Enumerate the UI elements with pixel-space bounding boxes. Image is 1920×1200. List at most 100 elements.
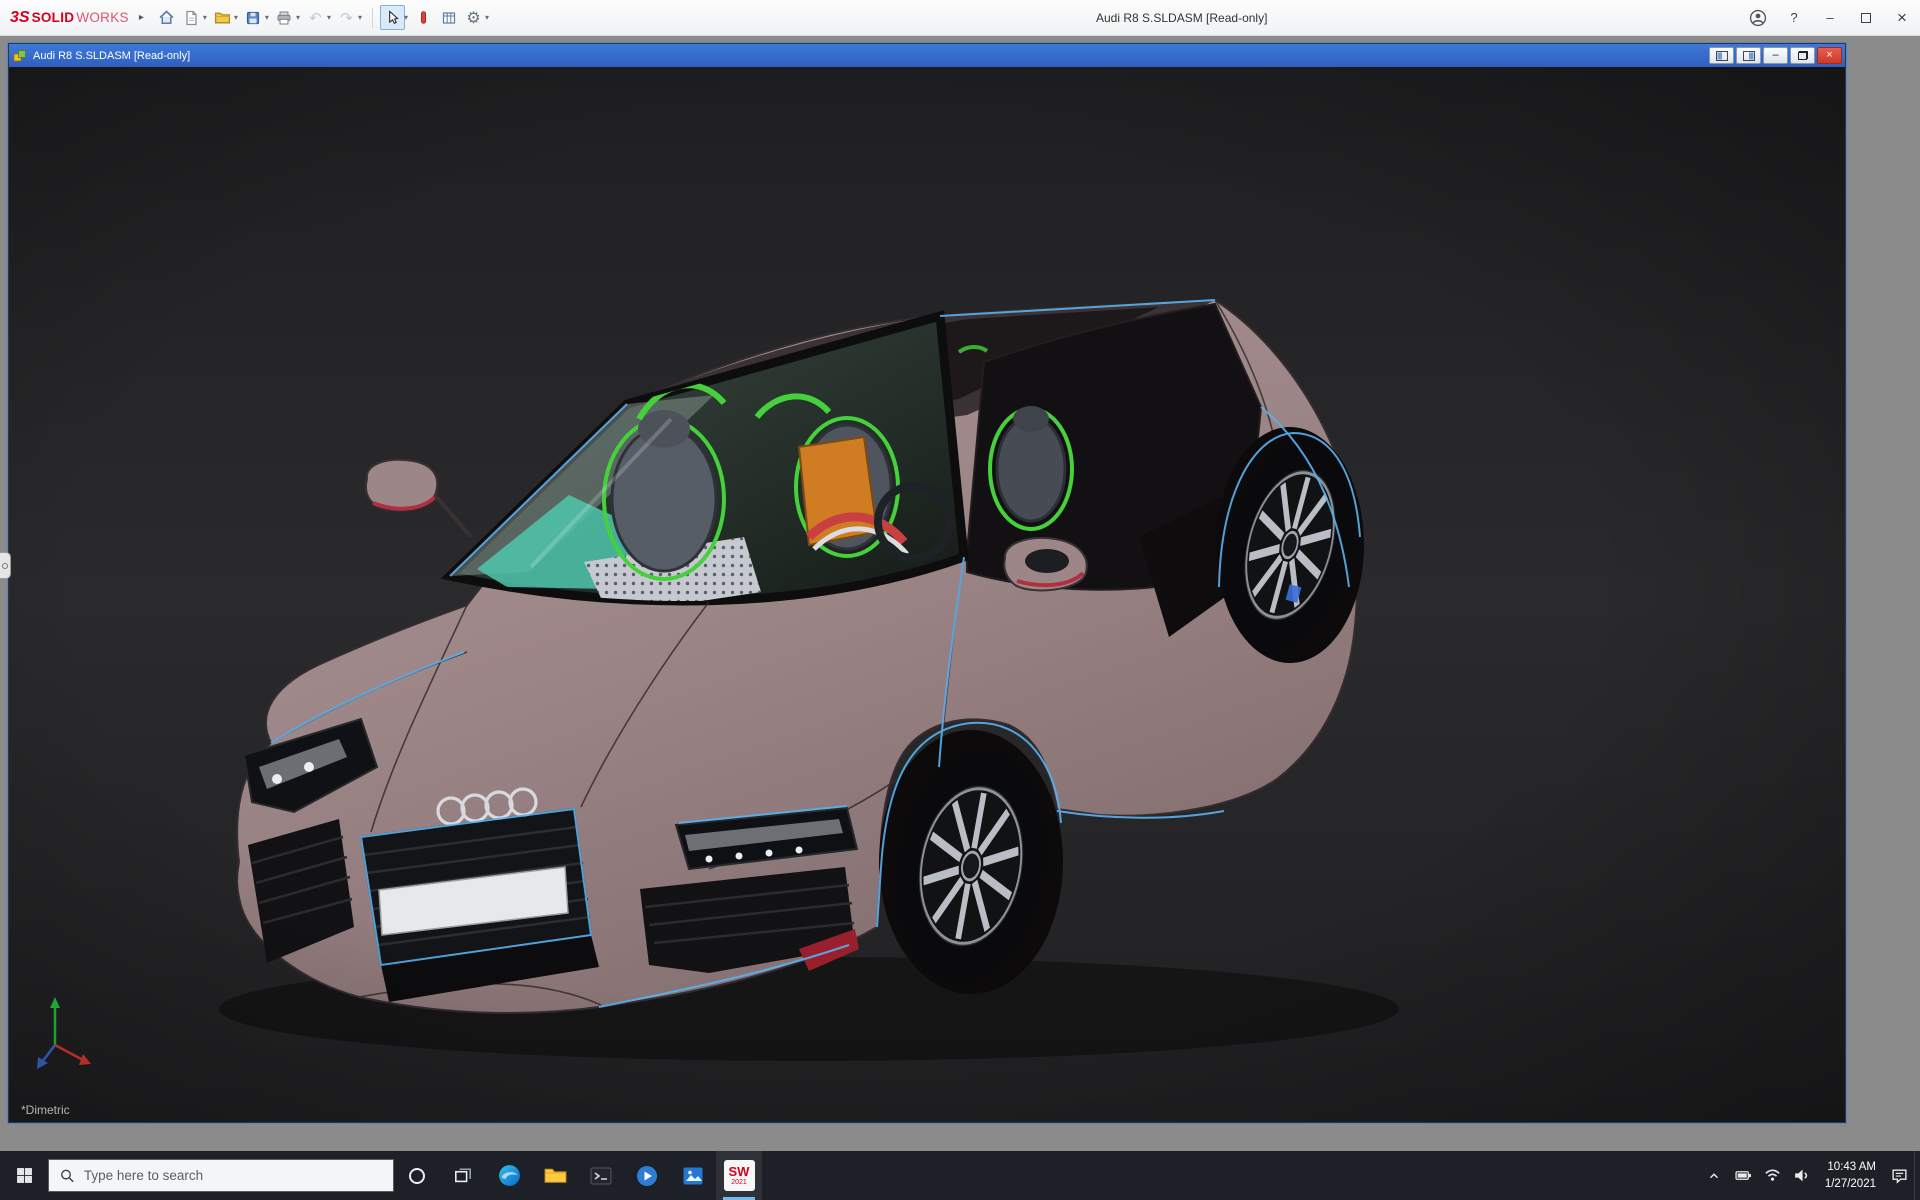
solidworks-logo: 3S SOLID WORKS <box>0 9 137 27</box>
task-view-icon <box>454 1167 472 1185</box>
open-folder-icon <box>214 9 231 26</box>
view-orientation-label: *Dimetric <box>21 1103 70 1117</box>
featuremanager-flyout-tab[interactable] <box>0 552 11 579</box>
help-icon: ? <box>1790 10 1797 25</box>
user-account-icon <box>1749 9 1767 27</box>
document-minimize-button[interactable]: – <box>1763 47 1788 64</box>
tile-window-right-button[interactable] <box>1736 47 1761 64</box>
3ds-logo-icon: 3S <box>10 9 30 27</box>
document-window: Audi R8 S.SLDASM [Read-only] <box>8 43 1846 1123</box>
print-button[interactable] <box>272 5 297 30</box>
gear-icon: ⚙ <box>466 8 480 28</box>
system-tray: 10:43 AM 1/27/2021 <box>1700 1151 1920 1200</box>
taskbar-search-box[interactable] <box>48 1159 394 1192</box>
edge-browser-icon <box>497 1163 522 1188</box>
home-icon <box>158 9 175 26</box>
taskbar-solidworks-button[interactable]: SW 2021 <box>716 1151 762 1200</box>
new-document-button[interactable] <box>179 5 204 30</box>
network-status-button[interactable] <box>1758 1151 1787 1200</box>
minimize-button[interactable]: – <box>1812 0 1848 36</box>
windows-logo-icon <box>16 1167 33 1184</box>
3d-model-canvas[interactable] <box>9 67 1845 1122</box>
cortana-icon <box>407 1166 427 1186</box>
start-button[interactable] <box>0 1151 48 1200</box>
show-desktop-button[interactable] <box>1914 1151 1920 1200</box>
tile-left-icon <box>1716 51 1728 61</box>
print-dropdown-arrow[interactable]: ▾ <box>296 13 300 22</box>
red-pen-icon <box>416 10 431 25</box>
wifi-icon <box>1764 1167 1781 1184</box>
markup-tool-button[interactable] <box>411 5 436 30</box>
app-titlebar: 3S SOLID WORKS ▸ ▾ <box>0 0 1920 36</box>
evaluate-sheet-button[interactable] <box>436 5 461 30</box>
taskbar-photos-button[interactable] <box>670 1151 716 1200</box>
clock-date: 1/27/2021 <box>1825 1176 1876 1192</box>
options-dropdown-arrow[interactable]: ▾ <box>485 13 489 22</box>
taskbar-file-explorer-button[interactable] <box>532 1151 578 1200</box>
document-close-button[interactable]: × <box>1817 47 1842 64</box>
account-button[interactable] <box>1740 0 1776 36</box>
flyout-dot-icon <box>2 563 8 569</box>
tile-window-left-button[interactable] <box>1709 47 1734 64</box>
taskbar-edge-button[interactable] <box>486 1151 532 1200</box>
tile-right-icon <box>1743 51 1755 61</box>
app-window-controls: ? – × <box>1740 0 1920 36</box>
graphics-viewport[interactable]: *Dimetric <box>9 67 1845 1122</box>
document-restore-icon <box>1798 51 1808 60</box>
document-titlebar[interactable]: Audi R8 S.SLDASM [Read-only] <box>9 44 1845 67</box>
action-center-button[interactable] <box>1885 1151 1914 1200</box>
select-tool-button[interactable] <box>380 5 405 30</box>
options-button[interactable]: ⚙ <box>461 5 486 30</box>
document-window-controls: – × <box>1709 47 1842 64</box>
document-close-icon: × <box>1826 50 1832 61</box>
battery-status-button[interactable] <box>1729 1151 1758 1200</box>
taskbar-clock[interactable]: 10:43 AM 1/27/2021 <box>1816 1159 1885 1191</box>
close-icon: × <box>1897 8 1907 28</box>
app-window-title: Audi R8 S.SLDASM [Read-only] <box>1096 0 1267 36</box>
chevron-up-icon <box>1707 1169 1721 1183</box>
terminal-window-icon <box>589 1164 613 1188</box>
new-dropdown-arrow[interactable]: ▾ <box>203 13 207 22</box>
photos-app-icon <box>681 1164 705 1188</box>
home-button[interactable] <box>154 5 179 30</box>
windows-taskbar: SW 2021 <box>0 1151 1920 1200</box>
taskbar-media-player-button[interactable] <box>624 1151 670 1200</box>
undo-icon: ↶ <box>309 9 322 27</box>
save-dropdown-arrow[interactable]: ▾ <box>265 13 269 22</box>
task-view-button[interactable] <box>440 1151 486 1200</box>
table-grid-icon <box>441 10 457 26</box>
save-button[interactable] <box>241 5 266 30</box>
main-toolbar: ▾ ▾ ▾ <box>154 5 492 30</box>
help-button[interactable]: ? <box>1776 0 1812 36</box>
redo-button[interactable]: ↷ <box>334 5 359 30</box>
undo-button[interactable]: ↶ <box>303 5 328 30</box>
close-button[interactable]: × <box>1884 0 1920 36</box>
side-window-interior <box>990 406 1072 529</box>
search-icon <box>60 1168 75 1184</box>
mdi-background: Audi R8 S.SLDASM [Read-only] <box>0 36 1920 1151</box>
print-icon <box>276 10 292 26</box>
toolbar-separator <box>372 8 373 28</box>
open-dropdown-arrow[interactable]: ▾ <box>234 13 238 22</box>
cursor-arrow-icon <box>385 10 400 25</box>
speaker-icon <box>1793 1167 1810 1184</box>
media-player-icon <box>635 1164 659 1188</box>
battery-icon <box>1735 1167 1752 1184</box>
search-input[interactable] <box>84 1168 382 1183</box>
select-dropdown-arrow[interactable]: ▾ <box>404 13 408 22</box>
side-mirror-right <box>1004 538 1086 590</box>
solidworks-2021-icon: SW 2021 <box>724 1160 755 1191</box>
cortana-button[interactable] <box>394 1151 440 1200</box>
volume-button[interactable] <box>1787 1151 1816 1200</box>
taskbar-terminal-button[interactable] <box>578 1151 624 1200</box>
open-button[interactable] <box>210 5 235 30</box>
assembly-document-icon <box>13 49 27 63</box>
document-title: Audi R8 S.SLDASM [Read-only] <box>33 50 190 62</box>
hidden-icons-button[interactable] <box>1700 1151 1729 1200</box>
document-restore-button[interactable] <box>1790 47 1815 64</box>
menu-expand-arrow[interactable]: ▸ <box>137 12 154 23</box>
maximize-icon <box>1861 13 1871 23</box>
clock-time: 10:43 AM <box>1825 1159 1876 1175</box>
action-center-icon <box>1891 1167 1908 1184</box>
maximize-button[interactable] <box>1848 0 1884 36</box>
